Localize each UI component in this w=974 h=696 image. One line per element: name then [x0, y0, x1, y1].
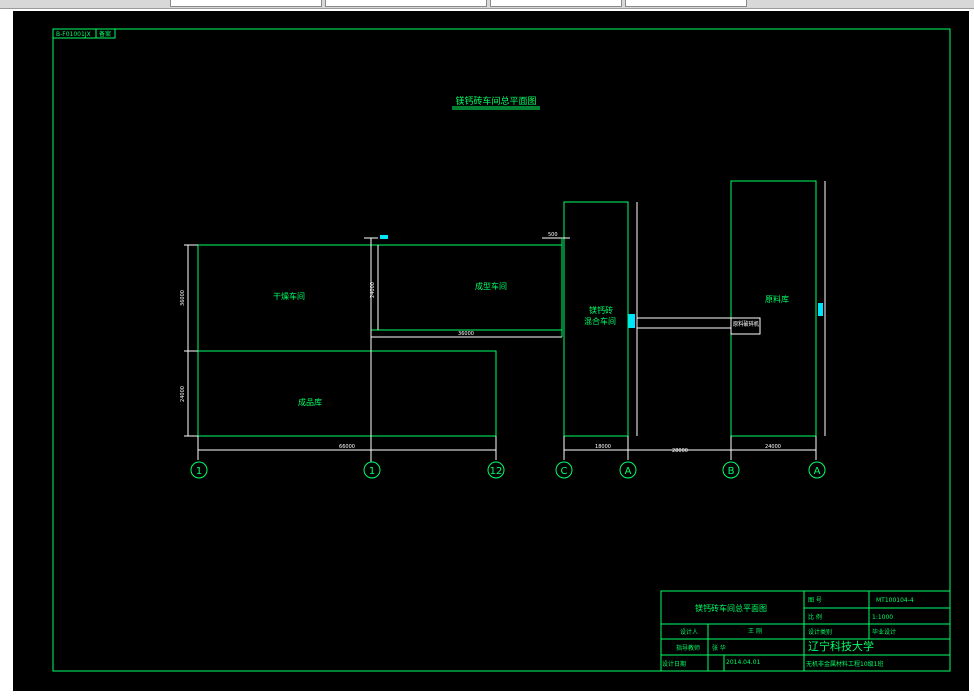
- corner-tag-2: 备案: [99, 30, 111, 38]
- corner-tag: B-F01001JX: [56, 31, 91, 38]
- dim-66000: 66000: [339, 444, 355, 450]
- axis-label-7: A: [814, 466, 821, 477]
- forming-workshop-label: 成型车间: [475, 281, 507, 291]
- mixing-workshop-label-1: 镁钙砖: [589, 305, 613, 315]
- tb-scale: 1:1000: [872, 614, 893, 621]
- toolbar-field[interactable]: [490, 0, 622, 7]
- drying-workshop-label: 干燥车间: [273, 291, 305, 301]
- mixing-workshop-label-2: 混合车间: [584, 316, 616, 326]
- dimension-lines: [184, 181, 826, 462]
- toolbar-strip: [0, 0, 974, 9]
- dim-36000b: 36000: [180, 290, 186, 306]
- tb-label-date: 设计日期: [662, 660, 686, 668]
- dim-24000b: 24000: [180, 386, 186, 402]
- dim-24000a: 24000: [370, 282, 376, 298]
- door-mark-mixing: [628, 314, 635, 328]
- product-warehouse: [197, 350, 497, 437]
- tb-date: 2014.04.01: [726, 659, 761, 666]
- tb-code: MT100104-4: [876, 597, 914, 604]
- conveyor-gallery: [636, 317, 732, 329]
- product-warehouse-label: 成品库: [298, 397, 322, 407]
- tb-class: 无机非金属材料工程10级1班: [806, 660, 883, 668]
- tb-label-designer: 设计人: [680, 628, 698, 636]
- forming-workshop: [370, 244, 563, 331]
- toolbar-field[interactable]: [170, 0, 322, 7]
- dim-24000c: 24000: [765, 444, 781, 450]
- tb-advisor: 张 华: [712, 644, 726, 652]
- dim-500: 500: [548, 232, 558, 238]
- drawing-canvas[interactable]: B-F01001JX 备案 镁钙砖车间总平面图 干燥车间 成型车间 成品库 镁钙…: [13, 11, 969, 691]
- dim-36000: 36000: [458, 331, 474, 337]
- axis-label-3: 12: [490, 466, 503, 477]
- axis-label-5: A: [625, 466, 632, 477]
- tb-drawing-name: 镁钙砖车间总平面图: [695, 603, 767, 613]
- axis-label-2: 1: [369, 466, 375, 477]
- toolbar-field[interactable]: [625, 0, 747, 7]
- tb-designer: 王 刚: [748, 627, 762, 635]
- tb-label-scale: 比 例: [808, 613, 822, 621]
- tb-category: 毕业设计: [872, 628, 896, 636]
- axis-label-4: C: [561, 466, 568, 477]
- crusher-label: 原料破碎机: [733, 320, 759, 328]
- tb-university: 辽宁科技大学: [808, 639, 874, 653]
- axis-label-1: 1: [196, 466, 202, 477]
- tb-label-advisor: 指导教师: [676, 644, 700, 652]
- toolbar-field[interactable]: [325, 0, 487, 7]
- dim-marker: [380, 235, 388, 239]
- tb-label-code: 图 号: [808, 597, 822, 604]
- door-mark-raw: [818, 303, 823, 316]
- drawing-title: 镁钙砖车间总平面图: [455, 95, 536, 107]
- dim-18000: 18000: [595, 444, 611, 450]
- dim-28000: 28000: [672, 448, 688, 454]
- tb-label-category: 设计类别: [808, 628, 832, 636]
- raw-warehouse: [730, 180, 817, 437]
- raw-warehouse-label: 原料库: [765, 294, 789, 304]
- axis-label-6: B: [728, 466, 735, 477]
